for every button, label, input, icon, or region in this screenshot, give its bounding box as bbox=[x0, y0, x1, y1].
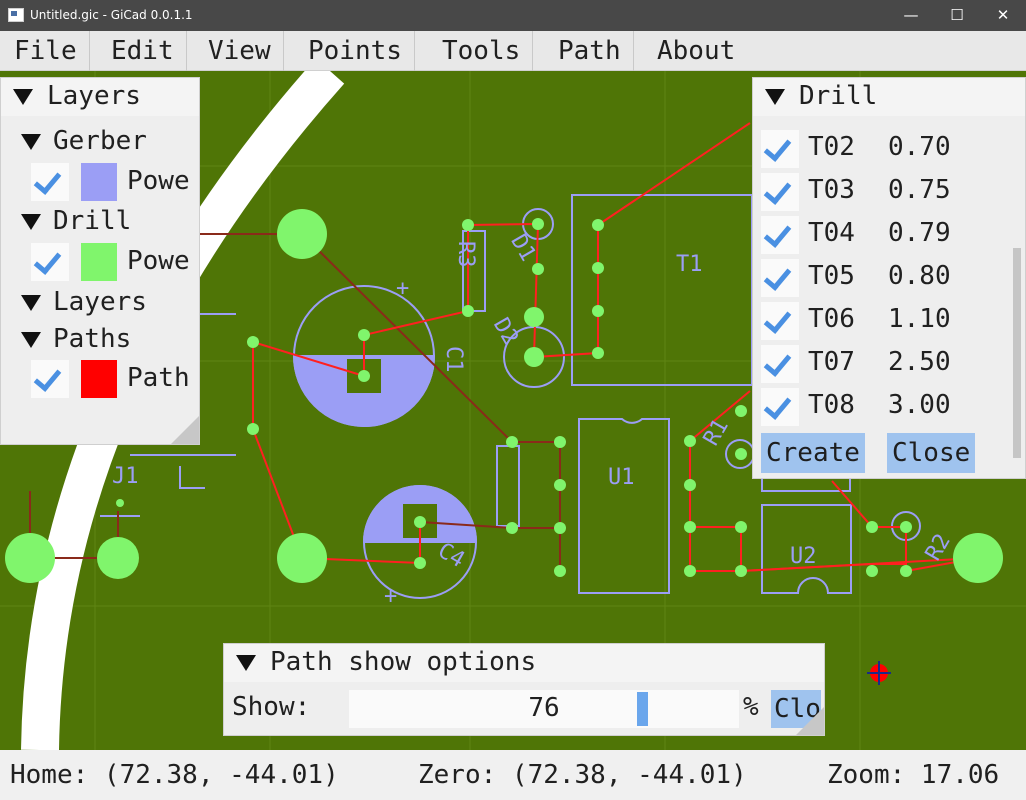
label-t1: T1 bbox=[676, 252, 703, 277]
drill-tool-size: 0.80 bbox=[888, 261, 951, 291]
drill-scrollbar[interactable] bbox=[1013, 248, 1021, 458]
menu-about[interactable]: About bbox=[645, 31, 747, 71]
c3-outline bbox=[496, 445, 520, 527]
create-button[interactable]: Create bbox=[761, 433, 865, 473]
drill-tool-size: 3.00 bbox=[888, 390, 951, 420]
label-d1: D1 bbox=[505, 230, 540, 265]
zero-coordinates: Zero: (72.38, -44.01) bbox=[418, 760, 747, 790]
show-slider[interactable]: 76 bbox=[349, 690, 739, 728]
menu-path[interactable]: Path bbox=[546, 31, 634, 71]
collapse-triangle-icon[interactable] bbox=[765, 89, 785, 105]
app-icon bbox=[8, 8, 24, 22]
label-plus-c1: + bbox=[396, 276, 409, 301]
gerber-checkbox[interactable] bbox=[31, 163, 69, 201]
drill-close-button[interactable]: Close bbox=[887, 433, 976, 473]
home-marker-icon bbox=[867, 661, 891, 685]
gerber-item-label: Powe bbox=[127, 166, 190, 196]
paths-color-swatch[interactable] bbox=[81, 360, 117, 398]
label-d2: D2 bbox=[488, 314, 523, 349]
label-j1: J1 bbox=[112, 464, 139, 489]
menu-file[interactable]: File bbox=[2, 31, 90, 71]
gerber-toggle-icon[interactable] bbox=[21, 134, 41, 150]
layers-toggle-icon[interactable] bbox=[21, 295, 41, 311]
label-u1: U1 bbox=[608, 465, 635, 490]
drill-group-label: Drill bbox=[53, 206, 132, 236]
layers-panel-resize-grip[interactable] bbox=[171, 416, 199, 444]
u1-outline bbox=[578, 418, 670, 594]
window-title: Untitled.gic - GiCad 0.0.1.1 bbox=[30, 8, 193, 22]
drill-tool-name: T08 bbox=[808, 390, 855, 420]
path-options-header[interactable]: Path show options bbox=[224, 644, 824, 682]
drill-tool-name: T05 bbox=[808, 261, 855, 291]
paths-checkbox[interactable] bbox=[31, 360, 69, 398]
show-value: 76 bbox=[528, 693, 560, 723]
drill-tool-size: 0.70 bbox=[888, 132, 951, 162]
drill-panel-title: Drill bbox=[799, 81, 878, 111]
paths-item-label: Path bbox=[127, 363, 190, 393]
label-r3: R3 bbox=[453, 241, 478, 268]
drill-tool-name: T07 bbox=[808, 347, 855, 377]
menu-points[interactable]: Points bbox=[296, 31, 415, 71]
gerber-group-label: Gerber bbox=[53, 126, 147, 156]
label-plus-c4: + bbox=[384, 584, 397, 609]
drill-tool-checkbox[interactable] bbox=[761, 302, 799, 340]
show-label: Show: bbox=[232, 692, 311, 722]
drill-checkbox[interactable] bbox=[31, 243, 69, 281]
collapse-triangle-icon[interactable] bbox=[13, 89, 33, 105]
drill-tool-checkbox[interactable] bbox=[761, 259, 799, 297]
drill-tool-checkbox[interactable] bbox=[761, 130, 799, 168]
show-slider-thumb[interactable] bbox=[637, 692, 648, 726]
home-coordinates: Home: (72.38, -44.01) bbox=[10, 760, 339, 790]
menu-bar: File Edit View Points Tools Path About bbox=[0, 31, 1026, 71]
layers-group-label: Layers bbox=[53, 287, 147, 317]
drill-item-label: Powe bbox=[127, 246, 190, 276]
layers-panel-title: Layers bbox=[47, 81, 141, 111]
drill-toggle-icon[interactable] bbox=[21, 214, 41, 230]
label-c4: C4 bbox=[433, 538, 468, 573]
drill-tool-name: T04 bbox=[808, 218, 855, 248]
drill-tool-name: T02 bbox=[808, 132, 855, 162]
gerber-color-swatch[interactable] bbox=[81, 163, 117, 201]
label-u2: U2 bbox=[790, 544, 817, 569]
collapse-triangle-icon[interactable] bbox=[236, 655, 256, 671]
drill-color-swatch[interactable] bbox=[81, 243, 117, 281]
drill-tool-size: 1.10 bbox=[888, 304, 951, 334]
menu-edit[interactable]: Edit bbox=[99, 31, 187, 71]
menu-tools[interactable]: Tools bbox=[430, 31, 534, 71]
drill-panel-header[interactable]: Drill bbox=[753, 78, 1025, 116]
path-options-resize-grip[interactable] bbox=[796, 707, 824, 735]
drill-tool-checkbox[interactable] bbox=[761, 216, 799, 254]
layers-panel-header[interactable]: Layers bbox=[1, 78, 199, 116]
drill-tool-name: T06 bbox=[808, 304, 855, 334]
zoom-level: Zoom: 17.06 bbox=[827, 760, 1000, 790]
close-window-button[interactable]: ✕ bbox=[980, 0, 1026, 31]
menu-view[interactable]: View bbox=[196, 31, 284, 71]
drill-tool-checkbox[interactable] bbox=[761, 388, 799, 426]
layers-panel: Layers Gerber Powe Drill Powe Layers Pat… bbox=[0, 77, 200, 445]
path-options-panel: Path show options Show: 76 % Clo bbox=[223, 643, 825, 736]
label-c1: C1 bbox=[441, 346, 466, 373]
path-options-title: Path show options bbox=[270, 647, 537, 677]
drill-tool-checkbox[interactable] bbox=[761, 173, 799, 211]
percent-sign: % bbox=[743, 692, 759, 722]
drill-tool-checkbox[interactable] bbox=[761, 345, 799, 383]
maximize-button[interactable]: ☐ bbox=[934, 0, 980, 31]
minimize-button[interactable]: — bbox=[888, 0, 934, 31]
d-mark bbox=[179, 466, 205, 489]
status-bar: Home: (72.38, -44.01) Zero: (72.38, -44.… bbox=[0, 750, 1026, 800]
drill-tool-size: 2.50 bbox=[888, 347, 951, 377]
drill-tool-size: 0.79 bbox=[888, 218, 951, 248]
drill-tool-size: 0.75 bbox=[888, 175, 951, 205]
drill-tool-name: T03 bbox=[808, 175, 855, 205]
paths-group-label: Paths bbox=[53, 324, 132, 354]
title-bar: Untitled.gic - GiCad 0.0.1.1 — ☐ ✕ bbox=[0, 0, 1026, 31]
drill-panel: T01 0.60 Drill T020.70T030.75T040.79T050… bbox=[752, 77, 1026, 479]
paths-toggle-icon[interactable] bbox=[21, 332, 41, 348]
